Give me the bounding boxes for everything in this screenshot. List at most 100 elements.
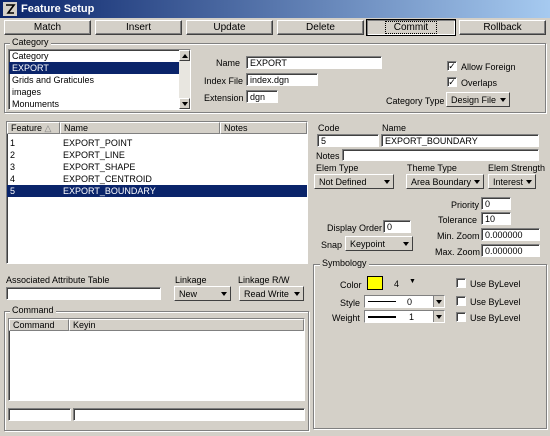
table-row[interactable]: 3 EXPORT_SHAPE <box>7 161 307 173</box>
color-bylevel-checkbox[interactable] <box>456 278 466 288</box>
command-group-label: Command <box>10 305 56 315</box>
insert-label: Insert <box>125 22 151 33</box>
category-scrollbar[interactable] <box>179 50 190 109</box>
theme-type-dropdown[interactable]: Area Boundary <box>406 174 484 189</box>
weight-label: Weight <box>332 313 360 323</box>
linkage-value: New <box>179 288 198 299</box>
chevron-down-icon <box>436 299 442 304</box>
commit-button[interactable]: Commit <box>366 19 456 36</box>
feature-cell: 5 <box>10 186 16 196</box>
linkage-rw-label: Linkage R/W <box>238 275 290 285</box>
linkage-rw-dropdown[interactable]: Read Write <box>239 286 304 301</box>
assoc-table-input[interactable] <box>6 287 161 300</box>
category-list-item[interactable]: images <box>9 86 190 98</box>
match-button[interactable]: Match <box>4 20 91 35</box>
weight-bylevel-label: Use ByLevel <box>470 313 521 323</box>
code-input[interactable]: 5 <box>317 134 379 147</box>
category-name-input[interactable]: EXPORT <box>246 56 382 69</box>
sort-asc-icon: △ <box>44 123 52 133</box>
notes-column-label: Notes <box>224 123 248 133</box>
delete-button[interactable]: Delete <box>277 20 364 35</box>
update-button[interactable]: Update <box>186 20 273 35</box>
priority-input[interactable]: 0 <box>481 197 511 210</box>
color-swatch[interactable] <box>367 276 383 290</box>
style-label: Style <box>340 298 361 308</box>
feature-table[interactable]: Feature △ Name Notes 1 EXPORT_POINT 2 EXPOR… <box>6 121 308 264</box>
elem-type-value: Not Defined <box>319 176 367 187</box>
name-cell: EXPORT_CENTROID <box>63 174 152 184</box>
delete-label: Delete <box>306 22 335 33</box>
name-column-header[interactable]: Name <box>60 122 220 134</box>
min-zoom-label: Min. Zoom <box>437 231 480 241</box>
table-row[interactable]: 1 EXPORT_POINT <box>7 137 307 149</box>
weight-bylevel-checkbox[interactable] <box>456 312 466 322</box>
chevron-down-icon <box>384 179 390 184</box>
notes-column-header[interactable]: Notes <box>220 122 307 134</box>
min-zoom-input[interactable]: 0.000000 <box>481 228 540 241</box>
linkage-dropdown[interactable]: New <box>174 286 231 301</box>
tolerance-input[interactable]: 10 <box>481 212 511 225</box>
assoc-table-label: Associated Attribute Table <box>6 275 110 285</box>
theme-type-label: Theme Type <box>407 163 457 173</box>
name-cell: EXPORT_LINE <box>63 150 125 160</box>
extension-input[interactable]: dgn <box>246 90 278 103</box>
overlaps-checkbox[interactable]: ✓ <box>447 77 457 87</box>
display-order-input[interactable]: 0 <box>383 220 411 233</box>
elem-strength-dropdown[interactable]: Interest <box>488 174 536 189</box>
table-row[interactable]: 5 EXPORT_BOUNDARY <box>7 185 307 197</box>
keyin-column-header[interactable]: Keyin <box>69 319 304 331</box>
category-list-item[interactable]: EXPORT <box>9 62 190 74</box>
name-cell: EXPORT_SHAPE <box>63 162 136 172</box>
snap-label: Snap <box>321 240 343 250</box>
category-type-dropdown[interactable]: Design File <box>446 92 510 107</box>
command-column-header[interactable]: Command <box>9 319 69 331</box>
notes-input[interactable] <box>342 149 539 161</box>
category-list[interactable]: Category EXPORT Grids and Graticules image… <box>8 49 191 110</box>
style-dropdown[interactable]: 0 <box>364 295 445 308</box>
feature-column-header[interactable]: Feature △ <box>7 122 60 134</box>
scroll-up-button[interactable] <box>179 50 190 61</box>
index-file-label: Index File <box>204 76 244 86</box>
category-list-item[interactable]: Monuments <box>9 98 190 109</box>
command-list[interactable]: Command Keyin <box>8 318 305 401</box>
allow-foreign-checkbox[interactable]: ✓ <box>447 61 457 71</box>
max-zoom-input[interactable]: 0.000000 <box>481 244 540 257</box>
feature-name-input[interactable]: EXPORT_BOUNDARY <box>381 134 539 147</box>
name-cell: EXPORT_POINT <box>63 138 133 148</box>
match-label: Match <box>33 22 62 33</box>
category-list-header: Category <box>12 51 49 61</box>
weight-dropdown-button[interactable] <box>433 311 444 322</box>
style-dropdown-button[interactable] <box>433 296 444 307</box>
color-value: 4 <box>394 279 400 289</box>
style-bylevel-checkbox[interactable] <box>456 296 466 306</box>
allow-foreign-label: Allow Foreign <box>461 62 516 72</box>
keyin-input[interactable] <box>73 408 305 421</box>
weight-value: 1 <box>409 312 415 322</box>
index-file-input[interactable]: index.dgn <box>246 73 318 86</box>
style-bylevel-label: Use ByLevel <box>470 297 521 307</box>
elem-type-dropdown[interactable]: Not Defined <box>314 174 394 189</box>
scroll-down-button[interactable] <box>179 98 190 109</box>
chevron-down-icon <box>294 291 300 296</box>
table-row[interactable]: 2 EXPORT_LINE <box>7 149 307 161</box>
microstation-icon <box>3 2 17 16</box>
category-list-item[interactable]: Grids and Graticules <box>9 74 190 86</box>
weight-dropdown[interactable]: 1 <box>364 310 445 323</box>
color-dropdown-icon[interactable]: ▼ <box>409 278 416 285</box>
feature-column-label: Feature <box>11 123 43 133</box>
name-column-label: Name <box>64 123 89 133</box>
insert-button[interactable]: Insert <box>95 20 182 35</box>
name-cell: EXPORT_BOUNDARY <box>63 186 156 196</box>
command-input[interactable] <box>8 408 71 421</box>
category-name-label: Name <box>216 58 241 68</box>
linkage-label: Linkage <box>175 275 207 285</box>
table-row[interactable]: 4 EXPORT_CENTROID <box>7 173 307 185</box>
weight-line-preview <box>368 316 396 318</box>
title-bar[interactable]: Feature Setup <box>0 0 550 18</box>
rollback-button[interactable]: Rollback <box>459 20 546 35</box>
color-label: Color <box>340 280 362 290</box>
linkage-rw-value: Read Write <box>244 288 289 299</box>
snap-dropdown[interactable]: Keypoint <box>345 236 413 251</box>
command-column-label: Command <box>13 320 55 330</box>
commit-label: Commit <box>384 21 438 34</box>
